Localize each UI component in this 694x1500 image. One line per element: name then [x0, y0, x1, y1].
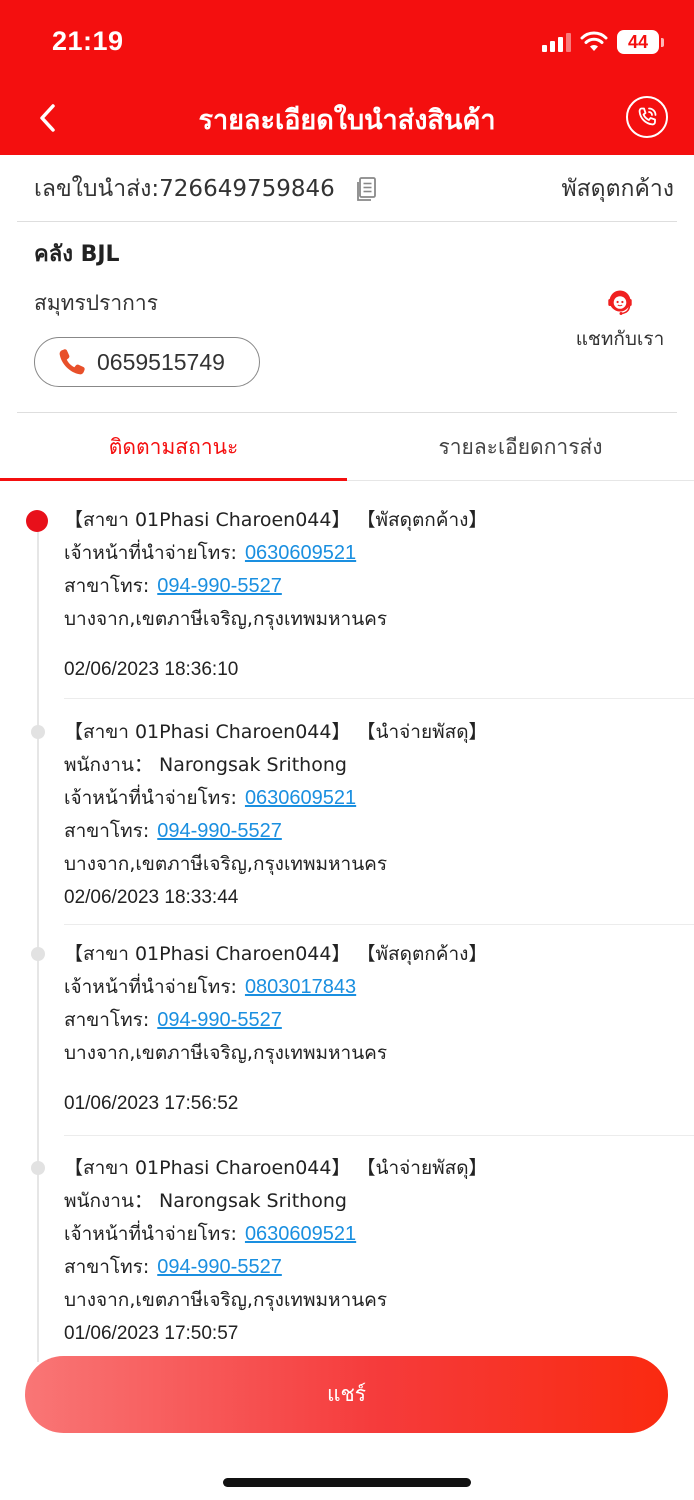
warehouse-phone-number: 0659515749 — [97, 348, 225, 375]
waybill-row: เลขใบนำส่ง:726649759846 พัสดุตกค้าง — [0, 155, 694, 222]
tracking-timeline: 【สาขา 01Phasi Charoen044】 【พัสดุตกค้าง】 … — [0, 482, 694, 1362]
phone-handset-icon — [59, 349, 85, 375]
branch-phone-link[interactable]: 094-990-5527 — [157, 575, 282, 597]
courier-phone-link[interactable]: 0630609521 — [245, 787, 356, 809]
branch-phone-label: สาขาโทร: — [64, 575, 150, 597]
event-staff: พนักงาน： Narongsak Srithong — [64, 1190, 347, 1212]
page-title: รายละเอียดใบนำส่งสินค้า — [198, 105, 496, 136]
courier-phone-link[interactable]: 0803017843 — [245, 976, 356, 998]
customer-service-icon — [608, 290, 632, 315]
event-location: บางจาก,เขตภาษีเจริญ,กรุงเทพมหานคร — [64, 1289, 388, 1311]
event-title: 【สาขา 01Phasi Charoen044】 【พัสดุตกค้าง】 — [64, 509, 488, 531]
tab-bar: ติดตามสถานะ รายละเอียดการส่ง — [0, 414, 694, 481]
home-indicator — [223, 1478, 471, 1487]
timeline-dot — [31, 725, 45, 739]
tab-tracking-status[interactable]: ติดตามสถานะ — [0, 414, 347, 481]
chat-with-us-button[interactable]: แชทกับเรา — [570, 288, 670, 354]
call-service-button[interactable] — [626, 96, 668, 138]
branch-phone-label: สาขาโทร: — [64, 1009, 150, 1031]
tab-delivery-details[interactable]: รายละเอียดการส่ง — [347, 414, 694, 480]
courier-phone-label: เจ้าหน้าที่นำจ่ายโทร: — [64, 1223, 237, 1245]
event-title: 【สาขา 01Phasi Charoen044】 【นำจ่ายพัสดุ】 — [64, 1157, 488, 1179]
branch-phone-link[interactable]: 094-990-5527 — [157, 820, 282, 842]
status-icons: 44 — [542, 29, 664, 55]
courier-phone-link[interactable]: 0630609521 — [245, 1223, 356, 1245]
courier-phone-label: เจ้าหน้าที่นำจ่ายโทร: — [64, 542, 237, 564]
battery-level: 44 — [617, 30, 659, 54]
courier-phone-link[interactable]: 0630609521 — [245, 542, 356, 564]
wifi-icon — [580, 31, 608, 51]
timeline-dot — [31, 947, 45, 961]
signal-icon — [542, 32, 571, 52]
courier-phone-label: เจ้าหน้าที่นำจ่ายโทร: — [64, 976, 237, 998]
timeline-line — [37, 520, 39, 1362]
branch-phone-label: สาขาโทร: — [64, 1256, 150, 1278]
share-button[interactable]: แชร์ — [25, 1356, 668, 1433]
event-title: 【สาขา 01Phasi Charoen044】 【นำจ่ายพัสดุ】 — [64, 721, 488, 743]
branch-phone-label: สาขาโทร: — [64, 820, 150, 842]
phone-call-icon — [638, 107, 657, 126]
branch-phone-link[interactable]: 094-990-5527 — [157, 1256, 282, 1278]
waybill-status: พัสดุตกค้าง — [561, 175, 674, 202]
warehouse-phone-button[interactable]: 0659515749 — [34, 337, 260, 387]
timeline-dot — [31, 1161, 45, 1175]
top-bar: 21:19 44 รายละเอียดใบนำส่งสินค้า — [0, 0, 694, 155]
status-time: 21:19 — [52, 26, 124, 56]
event-location: บางจาก,เขตภาษีเจริญ,กรุงเทพมหานคร — [64, 1042, 388, 1064]
event-location: บางจาก,เขตภาษีเจริญ,กรุงเทพมหานคร — [64, 853, 388, 875]
courier-phone-label: เจ้าหน้าที่นำจ่ายโทร: — [64, 787, 237, 809]
event-location: บางจาก,เขตภาษีเจริญ,กรุงเทพมหานคร — [64, 608, 388, 630]
divider — [17, 221, 677, 222]
event-time: 02/06/2023 18:36:10 — [64, 659, 239, 680]
branch-phone-link[interactable]: 094-990-5527 — [157, 1009, 282, 1031]
event-time: 02/06/2023 18:33:44 — [64, 887, 239, 908]
copy-icon[interactable] — [355, 175, 381, 203]
timeline-dot-active — [26, 510, 48, 532]
event-time: 01/06/2023 17:56:52 — [64, 1093, 239, 1114]
battery-icon: 44 — [617, 30, 664, 54]
warehouse-province: สมุทรปราการ — [34, 291, 158, 315]
event-divider — [64, 698, 694, 699]
event-staff: พนักงาน： Narongsak Srithong — [64, 754, 347, 776]
waybill-number: เลขใบนำส่ง:726649759846 — [34, 175, 335, 202]
event-title: 【สาขา 01Phasi Charoen044】 【พัสดุตกค้าง】 — [64, 943, 488, 965]
event-divider — [64, 924, 694, 925]
event-time: 01/06/2023 17:50:57 — [64, 1323, 239, 1344]
warehouse-name: คลัง BJL — [34, 242, 120, 267]
chat-label: แชทกับเรา — [575, 328, 665, 350]
event-divider — [64, 1135, 694, 1136]
divider — [17, 412, 677, 413]
